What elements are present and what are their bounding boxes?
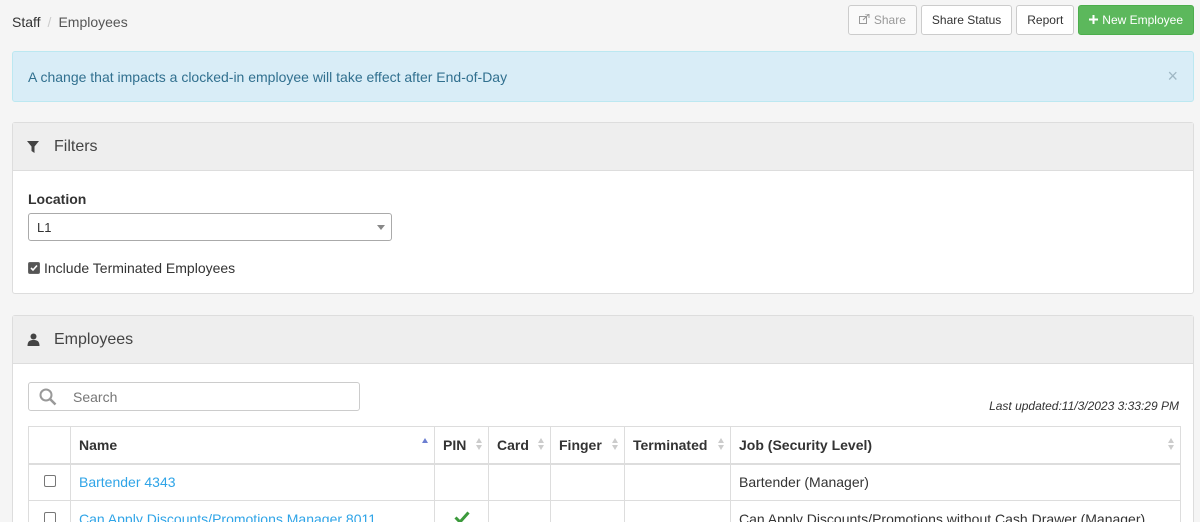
sort-icon bbox=[538, 438, 544, 450]
pin-cell bbox=[434, 463, 489, 501]
share-status-button[interactable]: Share Status bbox=[920, 5, 1013, 35]
filters-panel: Filters Location L1 Include Terminated E… bbox=[12, 122, 1194, 294]
close-icon[interactable]: × bbox=[1167, 66, 1178, 86]
row-checkbox[interactable] bbox=[43, 475, 56, 488]
filters-title: Filters bbox=[54, 137, 98, 155]
include-terminated-row: Include Terminated Employees bbox=[28, 260, 235, 276]
include-terminated-label[interactable]: Include Terminated Employees bbox=[44, 260, 235, 276]
new-employee-label: New Employee bbox=[1102, 13, 1183, 27]
table-header-row: Name PIN Card Finger Terminated Job (Sec… bbox=[28, 426, 1181, 465]
external-share-icon bbox=[858, 13, 870, 27]
finger-cell bbox=[550, 500, 625, 522]
sort-icon bbox=[612, 438, 618, 450]
employees-heading: Employees bbox=[13, 316, 1193, 364]
plus-icon bbox=[1089, 13, 1099, 27]
row-checkbox[interactable] bbox=[43, 512, 56, 522]
check-icon bbox=[453, 511, 470, 522]
terminated-cell bbox=[624, 500, 731, 522]
pin-cell bbox=[434, 500, 489, 522]
sort-icon bbox=[1168, 438, 1174, 450]
card-cell bbox=[488, 500, 551, 522]
finger-cell bbox=[550, 463, 625, 501]
job-cell: Bartender (Manager) bbox=[730, 463, 1181, 501]
location-select[interactable]: L1 bbox=[28, 213, 392, 241]
employee-name-link[interactable]: Can Apply Discounts/Promotions Manager 8… bbox=[79, 511, 376, 522]
search-input[interactable] bbox=[73, 387, 343, 407]
sort-icon bbox=[718, 438, 724, 450]
column-header-finger[interactable]: Finger bbox=[550, 426, 625, 465]
info-alert: A change that impacts a clocked-in emplo… bbox=[12, 51, 1194, 102]
terminated-cell bbox=[624, 463, 731, 501]
breadcrumb-separator: / bbox=[47, 14, 52, 30]
alert-message: A change that impacts a clocked-in emplo… bbox=[28, 69, 508, 85]
table-row: Bartender 4343 Bartender (Manager) bbox=[28, 463, 1181, 501]
breadcrumb: Staff / Employees bbox=[12, 14, 128, 30]
filters-heading[interactable]: Filters bbox=[13, 123, 1193, 171]
location-label: Location bbox=[28, 191, 87, 207]
employee-name-link[interactable]: Bartender 4343 bbox=[79, 474, 176, 490]
new-employee-button[interactable]: New Employee bbox=[1078, 5, 1194, 35]
select-all-header bbox=[28, 426, 71, 465]
share-button[interactable]: Share bbox=[847, 5, 917, 35]
sort-asc-icon bbox=[422, 438, 428, 450]
column-header-card[interactable]: Card bbox=[488, 426, 551, 465]
filter-funnel-icon bbox=[27, 140, 45, 153]
column-header-pin[interactable]: PIN bbox=[434, 426, 489, 465]
table-row: Can Apply Discounts/Promotions Manager 8… bbox=[28, 500, 1181, 522]
breadcrumb-employees: Employees bbox=[58, 14, 128, 30]
breadcrumb-staff[interactable]: Staff bbox=[12, 14, 41, 30]
sort-icon bbox=[476, 438, 482, 450]
column-header-name[interactable]: Name bbox=[70, 426, 435, 465]
column-header-terminated[interactable]: Terminated bbox=[624, 426, 731, 465]
location-value: L1 bbox=[37, 220, 52, 235]
search-icon bbox=[39, 388, 57, 409]
search-box bbox=[28, 382, 360, 411]
share-label: Share bbox=[873, 13, 906, 27]
employees-panel: Employees Last updated:11/3/2023 3:33:29… bbox=[12, 315, 1194, 522]
include-terminated-checkbox[interactable] bbox=[28, 262, 40, 274]
card-cell bbox=[488, 463, 551, 501]
user-icon bbox=[27, 333, 45, 346]
job-cell: Can Apply Discounts/Promotions without C… bbox=[730, 500, 1181, 522]
column-header-job[interactable]: Job (Security Level) bbox=[730, 426, 1181, 465]
last-updated: Last updated:11/3/2023 3:33:29 PM bbox=[989, 399, 1179, 413]
employees-title: Employees bbox=[54, 330, 134, 348]
report-button[interactable]: Report bbox=[1016, 5, 1075, 35]
employees-table: Name PIN Card Finger Terminated Job (Sec… bbox=[28, 426, 1181, 522]
top-bar: Staff / Employees Share Share Status Repor… bbox=[0, 0, 1200, 44]
chevron-down-icon bbox=[377, 225, 385, 230]
toolbar: Share Share Status Report New Employee bbox=[847, 5, 1194, 35]
